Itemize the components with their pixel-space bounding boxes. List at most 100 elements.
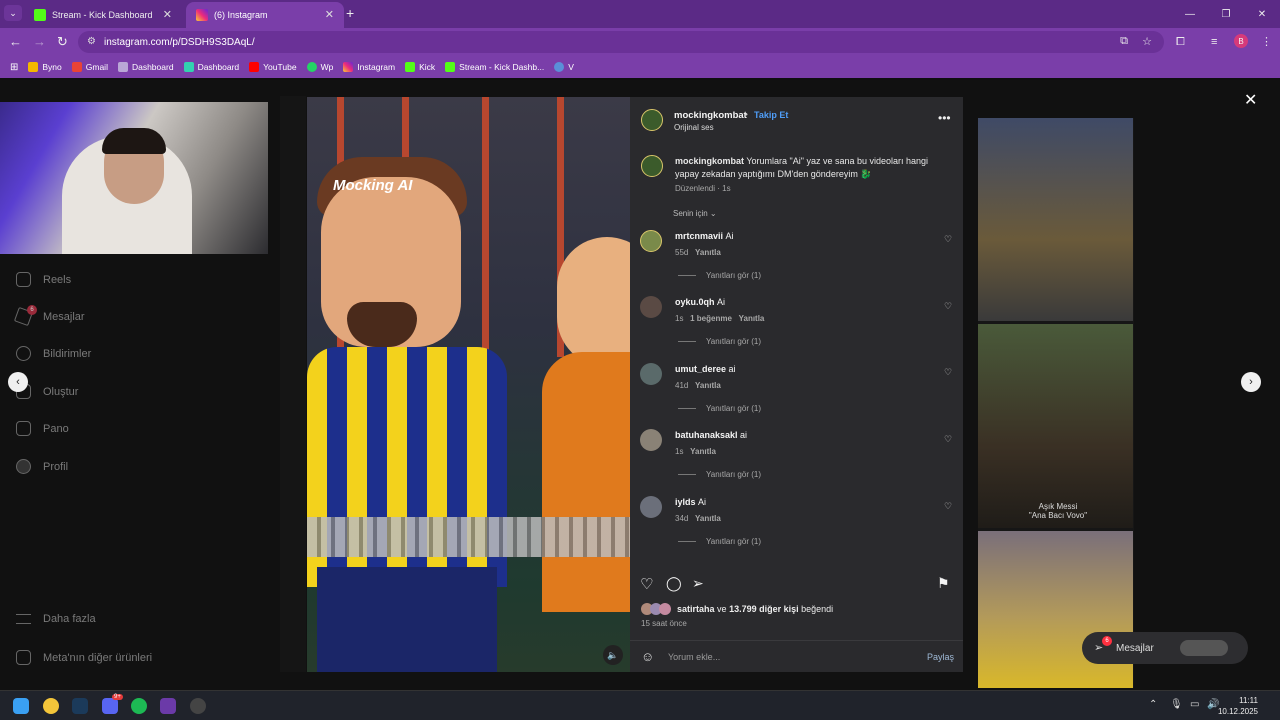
extensions-icon[interactable]: ⧠: [1176, 36, 1185, 49]
view-replies[interactable]: Yanıtları gör (1): [678, 537, 761, 546]
more-options-icon[interactable]: •••: [938, 111, 951, 125]
menu-icon[interactable]: ⋮: [1261, 35, 1272, 48]
comment-like-icon[interactable]: ♡: [944, 301, 952, 312]
likes-count[interactable]: 13.799 diğer kişi: [729, 604, 799, 614]
forward-icon[interactable]: →: [33, 34, 46, 49]
reply-link[interactable]: Yanıtla: [695, 514, 721, 523]
view-replies[interactable]: Yanıtları gör (1): [678, 470, 761, 479]
address-bar[interactable]: ⚙ instagram.com/p/DSDH9S3DAqL/ ⧉ ☆: [78, 31, 1164, 53]
comment-username[interactable]: oyku.0qh Ai: [675, 297, 725, 307]
bookmark-star-icon[interactable]: ☆: [1142, 35, 1152, 48]
microphone-icon[interactable]: 🎙: [1170, 699, 1183, 710]
emoji-icon[interactable]: ☺: [641, 649, 654, 664]
discord-icon[interactable]: [102, 698, 118, 714]
close-tab-icon[interactable]: ✕: [163, 8, 172, 21]
reel-thumbnail[interactable]: [978, 531, 1133, 688]
post-comment-button[interactable]: Paylaş: [927, 652, 954, 662]
sidebar-meta-products[interactable]: Meta'nın diğer ürünleri: [16, 650, 152, 665]
display-icon[interactable]: ▭: [1190, 699, 1199, 710]
like-icon[interactable]: ♡: [640, 575, 653, 593]
likes-summary[interactable]: satirtaha ve 13.799 diğer kişi beğendi: [677, 604, 833, 614]
caption-avatar[interactable]: [641, 155, 663, 177]
start-icon[interactable]: [13, 698, 29, 714]
bookmark-v[interactable]: V: [554, 62, 574, 72]
comment-avatar[interactable]: [640, 296, 662, 318]
bookmark-dashboard[interactable]: Dashboard: [117, 62, 174, 72]
messages-pill[interactable]: ➢ 6 Mesajlar: [1082, 632, 1248, 664]
previous-post-icon[interactable]: ‹: [8, 372, 28, 392]
reel-thumbnail[interactable]: [978, 118, 1133, 321]
back-icon[interactable]: ←: [9, 34, 22, 49]
reel-thumbnail[interactable]: Aşık Messi "Ana Bacı Vovo": [978, 324, 1133, 528]
reply-link[interactable]: Yanıtla: [690, 447, 716, 456]
mute-icon[interactable]: 🔈: [603, 645, 623, 665]
comment-likes[interactable]: 1 beğenme: [690, 314, 732, 323]
reel-video[interactable]: Mocking AI 🔈: [307, 97, 630, 672]
tray-chevron-icon[interactable]: ⌃: [1149, 699, 1157, 710]
comment-icon[interactable]: ◯: [666, 575, 682, 592]
comment-avatar[interactable]: [640, 230, 662, 252]
next-post-icon[interactable]: ›: [1241, 372, 1261, 392]
view-replies[interactable]: Yanıtları gör (1): [678, 404, 761, 413]
audio-label[interactable]: Orijinal ses: [674, 123, 714, 132]
reload-icon[interactable]: ↻: [57, 34, 68, 50]
reply-link[interactable]: Yanıtla: [739, 314, 765, 323]
sidebar-more[interactable]: Daha fazla: [16, 613, 96, 625]
tab-kick-dashboard[interactable]: Stream - Kick Dashboard ✕: [24, 2, 182, 28]
reply-link[interactable]: Yanıtla: [695, 248, 721, 257]
comment-username[interactable]: batuhanaksakl ai: [675, 430, 747, 440]
comment-avatar[interactable]: [640, 363, 662, 385]
sort-dropdown[interactable]: Senin için ⌄: [673, 209, 717, 218]
comment-input[interactable]: Yorum ekle...: [668, 652, 720, 662]
likes-user[interactable]: satirtaha: [677, 604, 715, 614]
comment-like-icon[interactable]: ♡: [944, 501, 952, 512]
close-post-icon[interactable]: ✕: [1244, 90, 1257, 110]
view-replies[interactable]: Yanıtları gör (1): [678, 271, 761, 280]
bookmark-kick[interactable]: Kick: [405, 62, 435, 72]
comment-avatar[interactable]: [640, 496, 662, 518]
minimize-icon[interactable]: —: [1172, 0, 1208, 28]
follow-button[interactable]: Takip Et: [754, 110, 788, 120]
comment-like-icon[interactable]: ♡: [944, 234, 952, 245]
caption-username[interactable]: mockingkombat: [675, 156, 744, 166]
reply-link[interactable]: Yanıtla: [695, 381, 721, 390]
bookmark-kick-stream[interactable]: Stream - Kick Dashb...: [445, 62, 544, 72]
comment-like-icon[interactable]: ♡: [944, 367, 952, 378]
system-clock[interactable]: 11:11 10.12.2025: [1218, 695, 1258, 717]
new-tab-button[interactable]: +: [346, 5, 354, 21]
view-replies[interactable]: Yanıtları gör (1): [678, 337, 761, 346]
site-info-icon[interactable]: ⚙: [87, 36, 96, 47]
chrome-icon[interactable]: [43, 698, 59, 714]
sidebar-item-reels[interactable]: Reels: [16, 272, 71, 287]
sidebar-item-profile[interactable]: Profil: [16, 459, 68, 474]
comment-username[interactable]: iylds Ai: [675, 497, 706, 507]
bookmark-instagram[interactable]: Instagram: [343, 62, 395, 72]
bookmark-dashboard-2[interactable]: Dashboard: [183, 62, 239, 72]
sidebar-item-dashboard[interactable]: Pano: [16, 421, 69, 436]
comment-username[interactable]: mrtcnmavii Ai: [675, 231, 734, 241]
comment-username[interactable]: umut_deree ai: [675, 364, 736, 374]
close-window-icon[interactable]: ✕: [1244, 0, 1280, 28]
close-tab-icon[interactable]: ✕: [325, 8, 334, 21]
steam-icon[interactable]: [72, 698, 88, 714]
share-icon[interactable]: ➢: [692, 575, 704, 592]
author-avatar[interactable]: [641, 109, 663, 131]
bookmark-gmail[interactable]: Gmail: [71, 62, 108, 72]
bookmark-youtube[interactable]: YouTube: [249, 62, 297, 72]
save-icon[interactable]: ⚑: [937, 575, 950, 592]
sidebar-item-notifications[interactable]: Bildirimler: [16, 346, 91, 361]
comment-avatar[interactable]: [640, 429, 662, 451]
install-app-icon[interactable]: ⧉: [1120, 35, 1128, 48]
spotify-icon[interactable]: [131, 698, 147, 714]
app-icon[interactable]: [160, 698, 176, 714]
apps-icon[interactable]: ⊞: [10, 62, 18, 73]
restore-icon[interactable]: ❐: [1208, 0, 1244, 28]
tab-search-icon[interactable]: ⌄: [4, 5, 22, 21]
author-username[interactable]: mockingkombat: [674, 110, 747, 121]
app-icon-2[interactable]: [190, 698, 206, 714]
bookmark-whatsapp[interactable]: Wp: [306, 62, 333, 72]
comment-like-icon[interactable]: ♡: [944, 434, 952, 445]
media-controls-icon[interactable]: ≡: [1211, 36, 1217, 48]
tab-instagram[interactable]: (6) Instagram ✕: [186, 2, 344, 28]
profile-avatar[interactable]: B: [1234, 34, 1248, 48]
